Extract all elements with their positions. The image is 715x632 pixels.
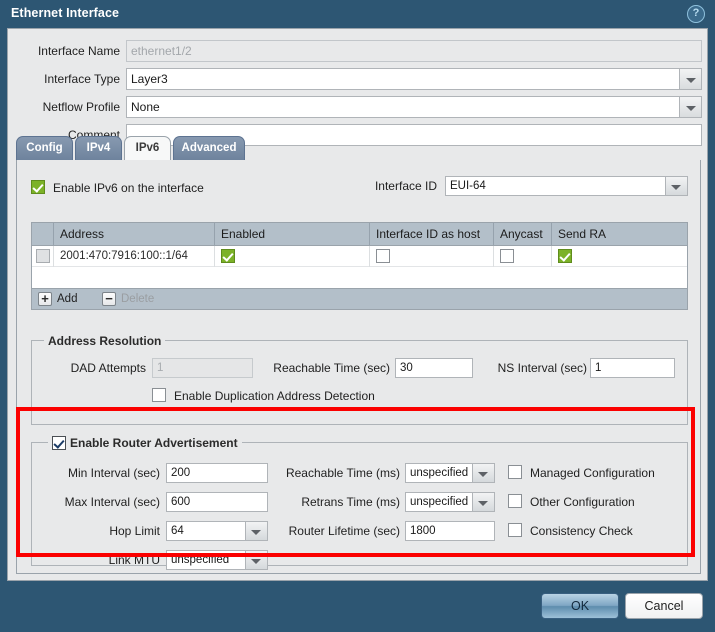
reachable-time-ms-input[interactable]: unspecified <box>405 463 473 483</box>
min-interval-label: Min Interval (sec) <box>48 463 160 483</box>
cell-address: 2001:470:7916:100::1/64 <box>54 246 214 267</box>
router-lifetime-label: Router Lifetime (sec) <box>270 521 400 541</box>
cell-send-ra-checkbox[interactable] <box>558 249 572 263</box>
consistency-check-label: Consistency Check <box>530 524 633 538</box>
interface-name-label: Interface Name <box>8 40 120 62</box>
other-configuration-label: Other Configuration <box>530 495 635 509</box>
dialog-titlebar: Ethernet Interface ? <box>0 0 715 28</box>
delete-button[interactable]: − Delete <box>102 292 167 307</box>
minus-icon: − <box>103 293 115 305</box>
netflow-profile-input[interactable]: None <box>126 96 680 118</box>
plus-icon: + <box>39 293 51 305</box>
hop-limit-label: Hop Limit <box>48 521 160 541</box>
max-interval-label: Max Interval (sec) <box>48 492 160 512</box>
dad-attempts-label: DAD Attempts <box>56 358 146 378</box>
field-netflow-profile: Netflow Profile None <box>8 96 703 118</box>
dialog-title: Ethernet Interface <box>11 6 119 20</box>
reachable-time-ms-chevron-down-icon[interactable] <box>473 463 495 483</box>
router-advertisement-group: Enable Router Advertisement Min Interval… <box>31 442 688 566</box>
interface-id-input[interactable]: EUI-64 <box>445 176 666 196</box>
enable-ipv6-checkbox[interactable] <box>31 180 45 194</box>
hop-limit-input[interactable]: 64 <box>166 521 246 541</box>
address-resolution-title: Address Resolution <box>44 334 165 348</box>
interface-id-label: Interface ID <box>347 176 437 196</box>
column-header-enabled: Enabled <box>215 223 369 245</box>
add-button-label: Add <box>57 292 77 307</box>
column-header-address: Address <box>54 223 214 245</box>
reachable-time-ms-label: Reachable Time (ms) <box>270 463 400 483</box>
add-button[interactable]: + Add <box>38 292 88 307</box>
cell-anycast-checkbox[interactable] <box>500 249 514 263</box>
ok-button[interactable]: OK <box>541 593 619 619</box>
column-header-interface-id-as-host: Interface ID as host <box>370 223 493 245</box>
row-select-checkbox[interactable] <box>36 249 50 263</box>
ipv6-tab-pane: Enable IPv6 on the interface Interface I… <box>16 160 701 574</box>
table-row[interactable]: 2001:470:7916:100::1/64 <box>32 246 687 267</box>
managed-configuration-checkbox[interactable] <box>508 465 522 479</box>
reachable-time-sec-input[interactable]: 30 <box>395 358 473 378</box>
dad-attempts-input: 1 <box>152 358 253 378</box>
cell-enabled-checkbox[interactable] <box>221 249 235 263</box>
netflow-profile-chevron-down-icon[interactable] <box>680 96 702 118</box>
retrans-time-ms-label: Retrans Time (ms) <box>270 492 400 512</box>
ipv6-address-table: Address Enabled Interface ID as host Any… <box>31 222 688 310</box>
link-mtu-input[interactable]: unspecified <box>166 550 246 570</box>
interface-type-chevron-down-icon[interactable] <box>680 68 702 90</box>
tab-config[interactable]: Config <box>16 136 73 160</box>
router-lifetime-input[interactable]: 1800 <box>405 521 495 541</box>
column-header-send-ra: Send RA <box>552 223 687 245</box>
consistency-check-checkbox[interactable] <box>508 523 522 537</box>
column-header-anycast: Anycast <box>494 223 551 245</box>
enable-router-advertisement-checkbox[interactable] <box>52 436 66 450</box>
tab-advanced[interactable]: Advanced <box>173 136 245 160</box>
link-mtu-chevron-down-icon[interactable] <box>246 550 268 570</box>
help-circle-icon[interactable]: ? <box>687 5 705 23</box>
table-header-row: Address Enabled Interface ID as host Any… <box>32 223 687 246</box>
cell-interface-id-as-host-checkbox[interactable] <box>376 249 390 263</box>
managed-configuration-label: Managed Configuration <box>530 466 655 480</box>
max-interval-input[interactable]: 600 <box>166 492 268 512</box>
enable-dad-checkbox[interactable] <box>152 388 166 402</box>
address-resolution-group: Address Resolution DAD Attempts 1 Reacha… <box>31 340 688 425</box>
field-interface-name: Interface Name ethernet1/2 <box>8 40 703 62</box>
reachable-time-sec-label: Reachable Time (sec) <box>262 358 390 378</box>
interface-type-input[interactable]: Layer3 <box>126 68 680 90</box>
netflow-profile-label: Netflow Profile <box>8 96 120 118</box>
dialog-body: Interface Name ethernet1/2 Interface Typ… <box>7 28 708 581</box>
retrans-time-ms-input[interactable]: unspecified <box>405 492 473 512</box>
tab-bar: Config IPv4 IPv6 Advanced <box>16 136 701 160</box>
tab-ipv4[interactable]: IPv4 <box>75 136 122 160</box>
delete-button-label: Delete <box>121 292 154 307</box>
other-configuration-checkbox[interactable] <box>508 494 522 508</box>
hop-limit-chevron-down-icon[interactable] <box>246 521 268 541</box>
router-advertisement-title: Enable Router Advertisement <box>48 436 242 450</box>
min-interval-input[interactable]: 200 <box>166 463 268 483</box>
ns-interval-input[interactable]: 1 <box>590 358 675 378</box>
enable-ipv6-label: Enable IPv6 on the interface <box>53 181 204 195</box>
ns-interval-label: NS Interval (sec) <box>482 358 587 378</box>
cancel-button[interactable]: Cancel <box>625 593 703 619</box>
field-interface-type: Interface Type Layer3 <box>8 68 703 90</box>
tab-ipv6[interactable]: IPv6 <box>124 136 171 160</box>
interface-type-label: Interface Type <box>8 68 120 90</box>
ethernet-interface-dialog: Ethernet Interface ? Interface Name ethe… <box>0 0 715 632</box>
enable-dad-label: Enable Duplication Address Detection <box>174 389 375 403</box>
interface-id-chevron-down-icon[interactable] <box>666 176 688 196</box>
interface-name-input: ethernet1/2 <box>126 40 702 62</box>
link-mtu-label: Link MTU <box>48 550 160 570</box>
dialog-footer: OK Cancel <box>0 581 715 632</box>
table-footer-toolbar: + Add − Delete <box>32 288 687 309</box>
retrans-time-ms-chevron-down-icon[interactable] <box>473 492 495 512</box>
